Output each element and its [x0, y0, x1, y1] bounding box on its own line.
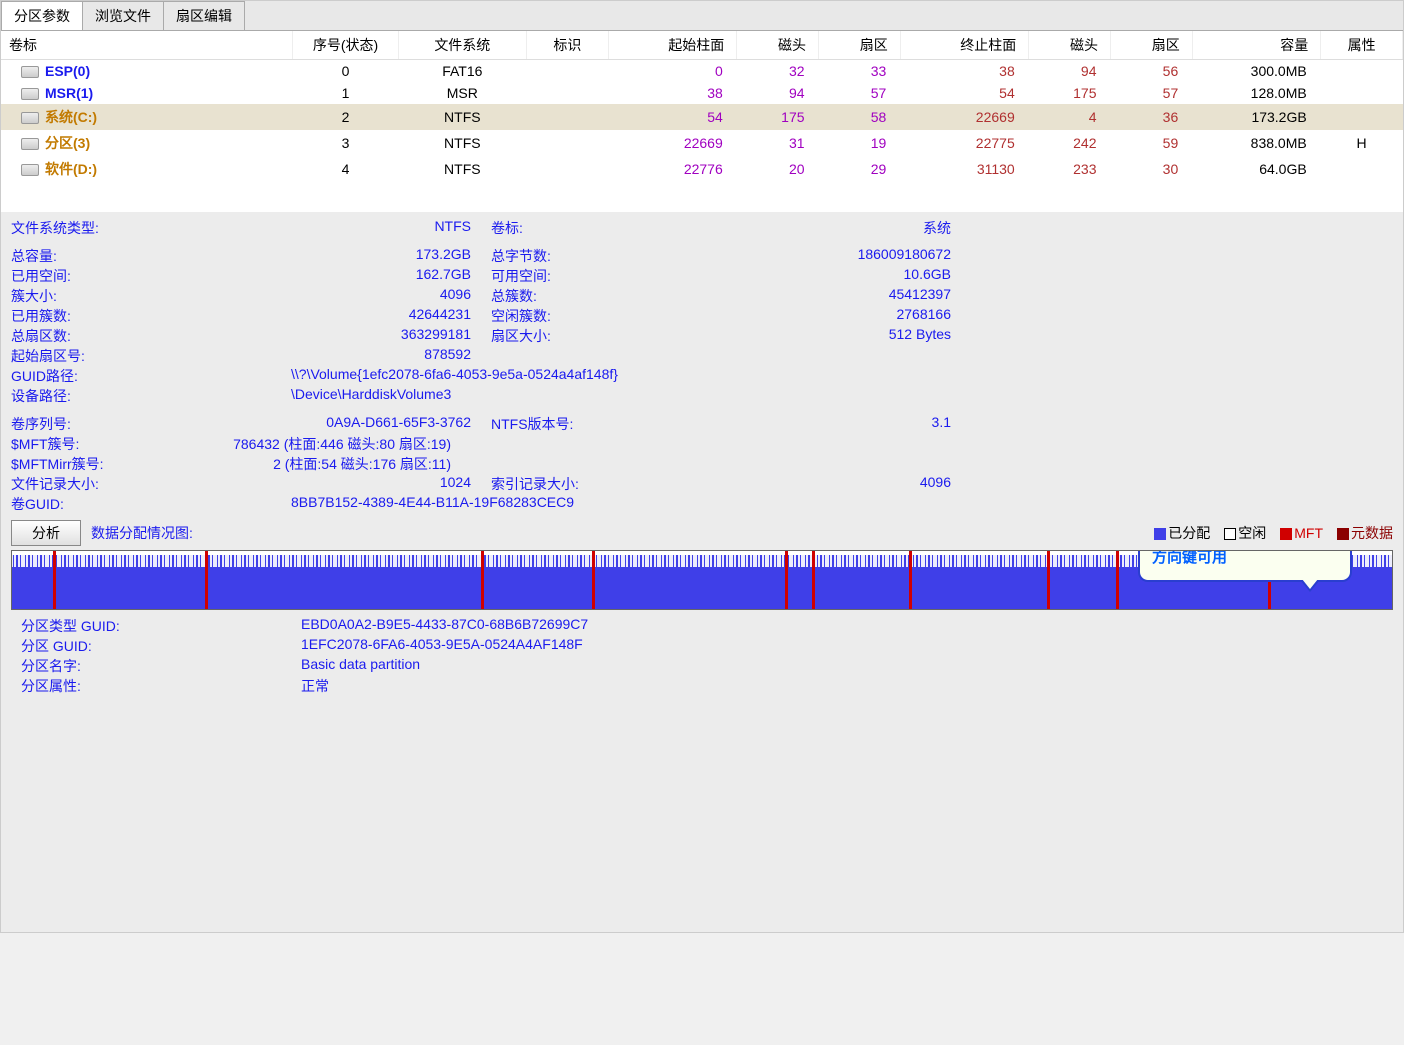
col-header[interactable]: 起始柱面 [608, 31, 736, 60]
col-header[interactable]: 文件系统 [398, 31, 526, 60]
col-header[interactable]: 序号(状态) [293, 31, 398, 60]
chart-tooltip: 数据区(当前竖线): 起始簇号: 42470838 簇数目: 33051 已分配… [1138, 550, 1352, 582]
mft-marker [205, 551, 208, 609]
volume-icon [21, 138, 39, 150]
fs-type-label: 文件系统类型: [11, 218, 99, 238]
table-row[interactable]: 软件(D:)4NTFS227762029311302333064.0GB [1, 156, 1403, 182]
mft-marker [481, 551, 484, 609]
volume-name: 软件(D:) [45, 161, 97, 177]
tab-partition-params[interactable]: 分区参数 [1, 1, 83, 30]
mft-marker [785, 551, 788, 609]
vol-label-value: 系统 [523, 218, 971, 238]
table-row[interactable]: MSR(1)1MSR3894575417557128.0MB [1, 82, 1403, 104]
chart-legend: 已分配 空闲 MFT 元数据 [1154, 523, 1393, 543]
tab-browse-files[interactable]: 浏览文件 [82, 1, 164, 30]
volume-icon [21, 164, 39, 176]
volume-name: 分区(3) [45, 135, 90, 151]
volume-name: MSR(1) [45, 85, 93, 101]
col-header[interactable]: 扇区 [1110, 31, 1192, 60]
mft-marker [592, 551, 595, 609]
mft-marker [909, 551, 912, 609]
mft-marker [812, 551, 815, 609]
allocation-chart-label: 数据分配情况图: [91, 523, 193, 543]
table-row[interactable]: 系统(C:)2NTFS541755822669436173.2GB [1, 104, 1403, 130]
col-header[interactable]: 磁头 [1029, 31, 1111, 60]
volume-icon [21, 88, 39, 100]
mft-marker [1116, 551, 1119, 609]
col-header[interactable]: 属性 [1321, 31, 1403, 60]
details-panel: 文件系统类型:NTFS 卷标:系统 总容量:173.2GB 总字节数:18600… [1, 212, 1403, 932]
mft-marker [1047, 551, 1050, 609]
partition-table[interactable]: 卷标序号(状态)文件系统标识起始柱面磁头扇区终止柱面磁头扇区容量属性 ESP(0… [1, 31, 1403, 182]
volume-name: ESP(0) [45, 63, 90, 79]
col-header[interactable]: 磁头 [737, 31, 819, 60]
analyze-button[interactable]: 分析 [11, 520, 81, 546]
table-row[interactable]: 分区(3)3NTFS2266931192277524259838.0MBH [1, 130, 1403, 156]
allocation-chart[interactable]: 数据区(当前竖线): 起始簇号: 42470838 簇数目: 33051 已分配… [11, 550, 1393, 610]
volume-icon [21, 66, 39, 78]
vol-label-label: 卷标: [491, 218, 523, 238]
fs-type-value: NTFS [99, 218, 491, 238]
col-header[interactable]: 标识 [527, 31, 609, 60]
col-header[interactable]: 终止柱面 [900, 31, 1028, 60]
tab-bar: 分区参数 浏览文件 扇区编辑 [1, 1, 1403, 31]
col-header[interactable]: 扇区 [819, 31, 901, 60]
volume-icon [21, 112, 39, 124]
col-header[interactable]: 卷标 [1, 31, 293, 60]
table-row[interactable]: ESP(0)0FAT1603233389456300.0MB [1, 60, 1403, 83]
tab-sector-edit[interactable]: 扇区编辑 [163, 1, 245, 30]
mft-marker [53, 551, 56, 609]
partition-guid-footer: 分区类型 GUID:EBD0A0A2-B9E5-4433-87C0-68B6B7… [11, 610, 1393, 702]
col-header[interactable]: 容量 [1192, 31, 1320, 60]
volume-name: 系统(C:) [45, 109, 97, 125]
